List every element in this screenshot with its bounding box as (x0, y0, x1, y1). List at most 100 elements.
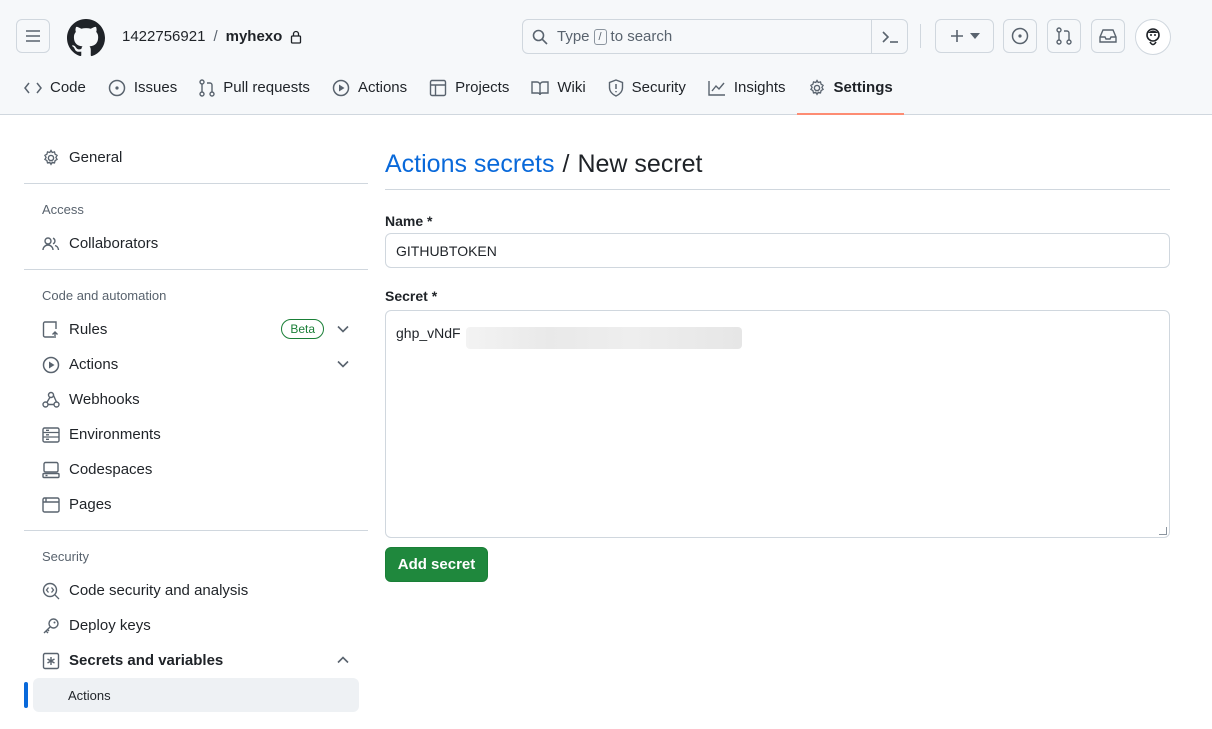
settings-sidebar: General Access Collaborators Code and au… (24, 140, 368, 712)
sidebar-item-secrets-and-variables[interactable]: Secrets and variables (24, 643, 368, 678)
chevron-down-icon[interactable] (336, 322, 350, 336)
github-logo-icon[interactable] (67, 19, 105, 57)
tab-actions[interactable]: Actions (321, 72, 418, 109)
lock-icon (291, 30, 302, 44)
issue-icon (108, 79, 126, 96)
sidebar-item-label: Pages (69, 496, 112, 513)
sidebar-subitem-label: Actions (68, 687, 111, 703)
codespaces-icon (42, 461, 60, 478)
issues-button[interactable] (1003, 19, 1037, 53)
secret-value-textarea[interactable]: ghp_vNdF (385, 310, 1170, 538)
secret-name-input[interactable]: GITHUBTOKEN (385, 233, 1170, 268)
pull-requests-button[interactable] (1047, 19, 1081, 53)
user-avatar[interactable] (1135, 19, 1171, 55)
search-icon (532, 29, 548, 45)
redaction-blur (466, 327, 742, 349)
tab-issues[interactable]: Issues (97, 72, 188, 109)
page-title-current: New secret (577, 150, 703, 178)
graph-icon (708, 80, 725, 96)
tab-label: Wiki (557, 79, 586, 96)
beta-badge: Beta (281, 319, 324, 339)
shield-icon (608, 78, 623, 97)
search-shortcut-key: / (593, 28, 607, 45)
gear-icon (809, 78, 824, 96)
tab-label: Projects (455, 79, 510, 96)
tab-insights[interactable]: Insights (697, 72, 797, 109)
chevron-down-icon[interactable] (336, 357, 350, 371)
plus-icon (950, 30, 963, 42)
repo-owner-link[interactable]: 1422756921 (122, 28, 205, 45)
tab-label: Actions (357, 79, 408, 96)
sidebar-item-label: Webhooks (69, 391, 140, 408)
hamburger-icon (26, 30, 40, 42)
search-placeholder-prefix: Type (557, 28, 590, 45)
search-input[interactable]: Type / to search (522, 19, 908, 54)
play-icon (42, 356, 60, 373)
pull-request-icon (1056, 27, 1072, 45)
resize-handle[interactable] (1159, 527, 1167, 535)
sidebar-item-deploy-keys[interactable]: Deploy keys (24, 608, 368, 643)
tab-label: Code (50, 79, 86, 96)
chevron-up-icon[interactable] (336, 653, 350, 667)
sidebar-item-label: Actions (69, 356, 119, 373)
sidebar-item-label: Rules (69, 321, 108, 338)
sidebar-item-pages[interactable]: Pages (24, 487, 368, 522)
sidebar-item-environments[interactable]: Environments (24, 417, 368, 452)
asterisk-icon (42, 652, 60, 669)
repo-nav-tabs: Code Issues Pull requests Actions Projec… (0, 72, 904, 115)
tab-label: Pull requests (223, 79, 310, 96)
sidebar-item-rules[interactable]: Rules Beta (24, 312, 368, 347)
tab-security[interactable]: Security (597, 72, 697, 109)
sidebar-item-codespaces[interactable]: Codespaces (24, 452, 368, 487)
sidebar-heading-automation: Code and automation (42, 287, 167, 303)
secret-label: Secret * (385, 288, 438, 304)
table-icon (429, 79, 447, 96)
add-secret-button[interactable]: Add secret (385, 547, 488, 582)
tab-pull-requests[interactable]: Pull requests (188, 72, 321, 109)
webhook-icon (42, 391, 60, 408)
sidebar-divider (24, 269, 368, 270)
page-title: Actions secrets / New secret (385, 140, 1170, 190)
create-new-button[interactable] (935, 19, 994, 53)
sidebar-item-label: Deploy keys (69, 617, 151, 634)
repo-push-icon (42, 320, 58, 338)
tab-settings[interactable]: Settings (796, 72, 904, 115)
breadcrumb: 1422756921 / myhexo (122, 28, 302, 45)
header-divider (920, 24, 921, 48)
tab-code[interactable]: Code (0, 72, 97, 109)
browser-icon (42, 496, 60, 513)
play-icon (332, 79, 350, 96)
tab-wiki[interactable]: Wiki (520, 72, 596, 109)
command-palette-button[interactable] (871, 20, 907, 53)
name-label: Name * (385, 213, 433, 229)
code-icon (24, 82, 42, 93)
actions-secrets-link[interactable]: Actions secrets (385, 150, 555, 179)
title-separator: / (562, 150, 570, 178)
sidebar-item-label: Codespaces (69, 461, 153, 478)
inbox-icon (1099, 29, 1117, 43)
gear-icon (44, 148, 58, 166)
sidebar-item-general[interactable]: General (24, 140, 368, 175)
key-icon (43, 617, 59, 633)
sidebar-divider (24, 530, 368, 531)
sidebar-subitem-actions-secrets[interactable]: Actions (24, 678, 359, 712)
tab-label: Security (631, 79, 686, 96)
menu-button[interactable] (16, 19, 50, 53)
sidebar-item-webhooks[interactable]: Webhooks (24, 382, 368, 417)
tab-label: Issues (133, 79, 178, 96)
server-icon (42, 426, 60, 443)
repo-name-link[interactable]: myhexo (226, 28, 283, 45)
sidebar-item-actions[interactable]: Actions (24, 347, 368, 382)
sidebar-item-code-security[interactable]: Code security and analysis (24, 573, 368, 608)
codescan-icon (42, 582, 60, 599)
sidebar-item-label: General (69, 149, 123, 166)
sidebar-divider (24, 183, 368, 184)
tab-projects[interactable]: Projects (418, 72, 520, 109)
sidebar-item-label: Secrets and variables (69, 652, 224, 669)
repo-header: 1422756921 / myhexo Type / to search Cod… (0, 0, 1212, 115)
sidebar-item-collaborators[interactable]: Collaborators (24, 226, 368, 261)
sidebar-item-label: Collaborators (69, 235, 159, 252)
sidebar-heading-security: Security (42, 548, 89, 564)
terminal-icon (881, 30, 898, 43)
inbox-button[interactable] (1091, 19, 1125, 53)
